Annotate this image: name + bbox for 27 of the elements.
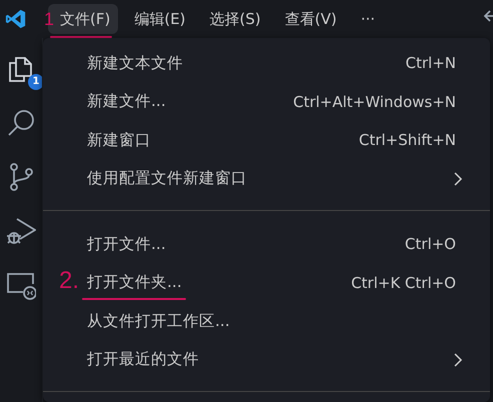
menu-entry[interactable]: 使用配置文件新建窗口 — [87, 169, 247, 188]
logo-icon — [4, 8, 28, 30]
shortcut-label: Ctrl+Shift+N — [358, 130, 456, 151]
menu-entry[interactable]: 打开文件夹... — [87, 273, 182, 292]
shortcut-label: Ctrl+N — [406, 53, 456, 74]
chevron-icon — [452, 170, 464, 187]
menu-item[interactable]: 选择(S) — [202, 4, 269, 34]
run-debug-icon — [6, 216, 36, 246]
menu-entry[interactable]: 打开文件... — [87, 234, 166, 253]
menu-item[interactable]: ··· — [352, 4, 384, 34]
menu-item[interactable]: 编辑(E) — [126, 4, 194, 34]
menu-entry[interactable]: 新建窗口 — [87, 130, 151, 149]
menu-entry[interactable]: 新建文本文件 — [87, 54, 183, 72]
menu-entry[interactable]: 从文件打开工作区... — [87, 312, 230, 330]
back-arrow-icon[interactable] — [483, 8, 493, 24]
search-icon — [6, 108, 36, 138]
annotation-underline — [50, 36, 112, 38]
menu-item[interactable]: 查看(V) — [276, 4, 345, 34]
shortcut-label: Ctrl+K Ctrl+O — [351, 272, 456, 294]
chevron-icon — [452, 352, 464, 368]
shortcut-label: Ctrl+O — [404, 234, 456, 255]
menu-entry[interactable]: 新建文件... — [87, 92, 166, 110]
shortcut-label: Ctrl+Alt+Windows+N — [293, 92, 456, 112]
remote-explorer-icon — [6, 270, 36, 300]
notification-count: 1 — [28, 74, 42, 90]
annotation-number: 2. — [59, 269, 80, 294]
menu-entry[interactable]: 打开最近的文件 — [87, 350, 199, 368]
